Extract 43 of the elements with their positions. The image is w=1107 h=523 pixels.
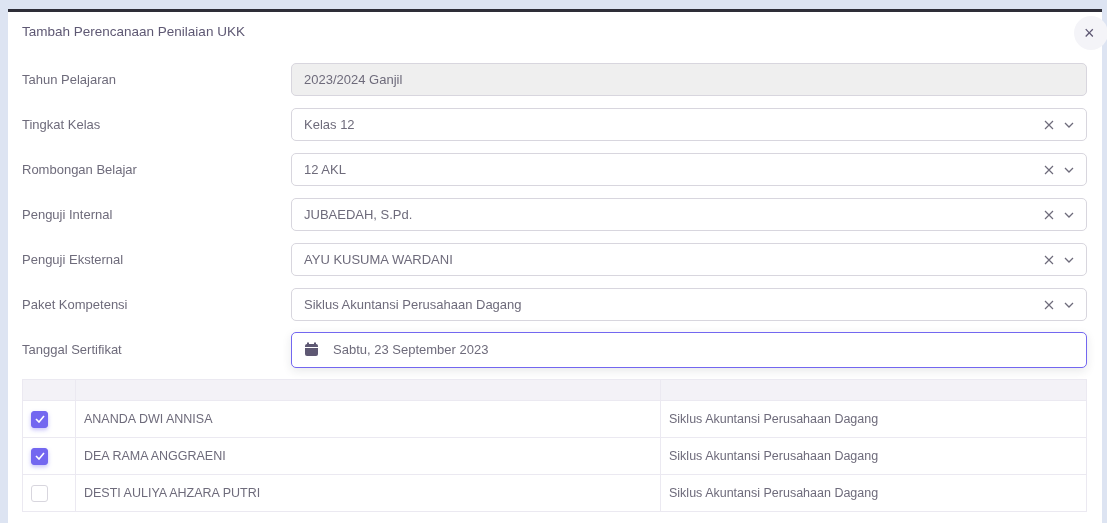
- field-label: Tanggal Sertifikat: [22, 342, 123, 357]
- field-value: JUBAEDAH, S.Pd.: [304, 207, 414, 222]
- table-cell: DESTI AULIYA AHZARA PUTRI: [75, 474, 661, 512]
- table-cell: Siklus Akuntansi Perusahaan Dagang: [660, 437, 1087, 475]
- date-field[interactable]: Sabtu, 23 September 2023: [291, 331, 1087, 368]
- table-cell: DEA RAMA ANGGRAENI: [75, 437, 661, 475]
- field-value: Kelas 12: [304, 117, 356, 132]
- clear-icon[interactable]: [1044, 164, 1054, 175]
- select-field[interactable]: AYU KUSUMA WARDANI: [291, 243, 1087, 276]
- field-value: 2023/2024 Ganjil: [304, 72, 404, 87]
- clear-icon[interactable]: [1044, 299, 1054, 310]
- chevron-down-icon[interactable]: [1064, 211, 1074, 218]
- chevron-down-icon[interactable]: [1064, 121, 1074, 128]
- clear-icon[interactable]: [1044, 119, 1054, 130]
- field-label: Penguji Eksternal: [22, 252, 125, 267]
- field-label: Paket Kompetensi: [22, 297, 129, 312]
- calendar-icon: [304, 342, 319, 357]
- field-value: 12 AKL: [304, 162, 347, 177]
- select-field[interactable]: JUBAEDAH, S.Pd.: [291, 198, 1087, 231]
- chevron-down-icon[interactable]: [1064, 166, 1074, 173]
- field-value: AYU KUSUMA WARDANI: [304, 252, 454, 267]
- field-label: Rombongan Belajar: [22, 162, 138, 177]
- chevron-down-icon[interactable]: [1064, 301, 1074, 308]
- table-cell: Siklus Akuntansi Perusahaan Dagang: [660, 400, 1087, 438]
- field-label: Penguji Internal: [22, 207, 114, 222]
- checkbox[interactable]: [31, 447, 48, 465]
- close-button[interactable]: ×: [1074, 16, 1107, 50]
- select-field[interactable]: Kelas 12: [291, 108, 1087, 141]
- table-cell: ANANDA DWI ANNISA: [75, 400, 661, 438]
- chevron-down-icon[interactable]: [1064, 256, 1074, 263]
- checkmark-icon: [34, 415, 45, 423]
- field-label: Tingkat Kelas: [22, 117, 102, 132]
- select-field[interactable]: 12 AKL: [291, 153, 1087, 186]
- select-field[interactable]: Siklus Akuntansi Perusahaan Dagang: [291, 288, 1087, 321]
- table-cell: Siklus Akuntansi Perusahaan Dagang: [660, 474, 1087, 512]
- dialog-title: Tambah Perencanaan Penilaian UKK: [22, 24, 245, 39]
- field-label: Tahun Pelajaran: [22, 72, 117, 87]
- field-value: Sabtu, 23 September 2023: [333, 342, 490, 357]
- checkbox[interactable]: [31, 410, 48, 428]
- field-value: Siklus Akuntansi Perusahaan Dagang: [304, 297, 523, 312]
- checkmark-icon: [34, 452, 45, 460]
- clear-icon[interactable]: [1044, 209, 1054, 220]
- clear-icon[interactable]: [1044, 254, 1054, 265]
